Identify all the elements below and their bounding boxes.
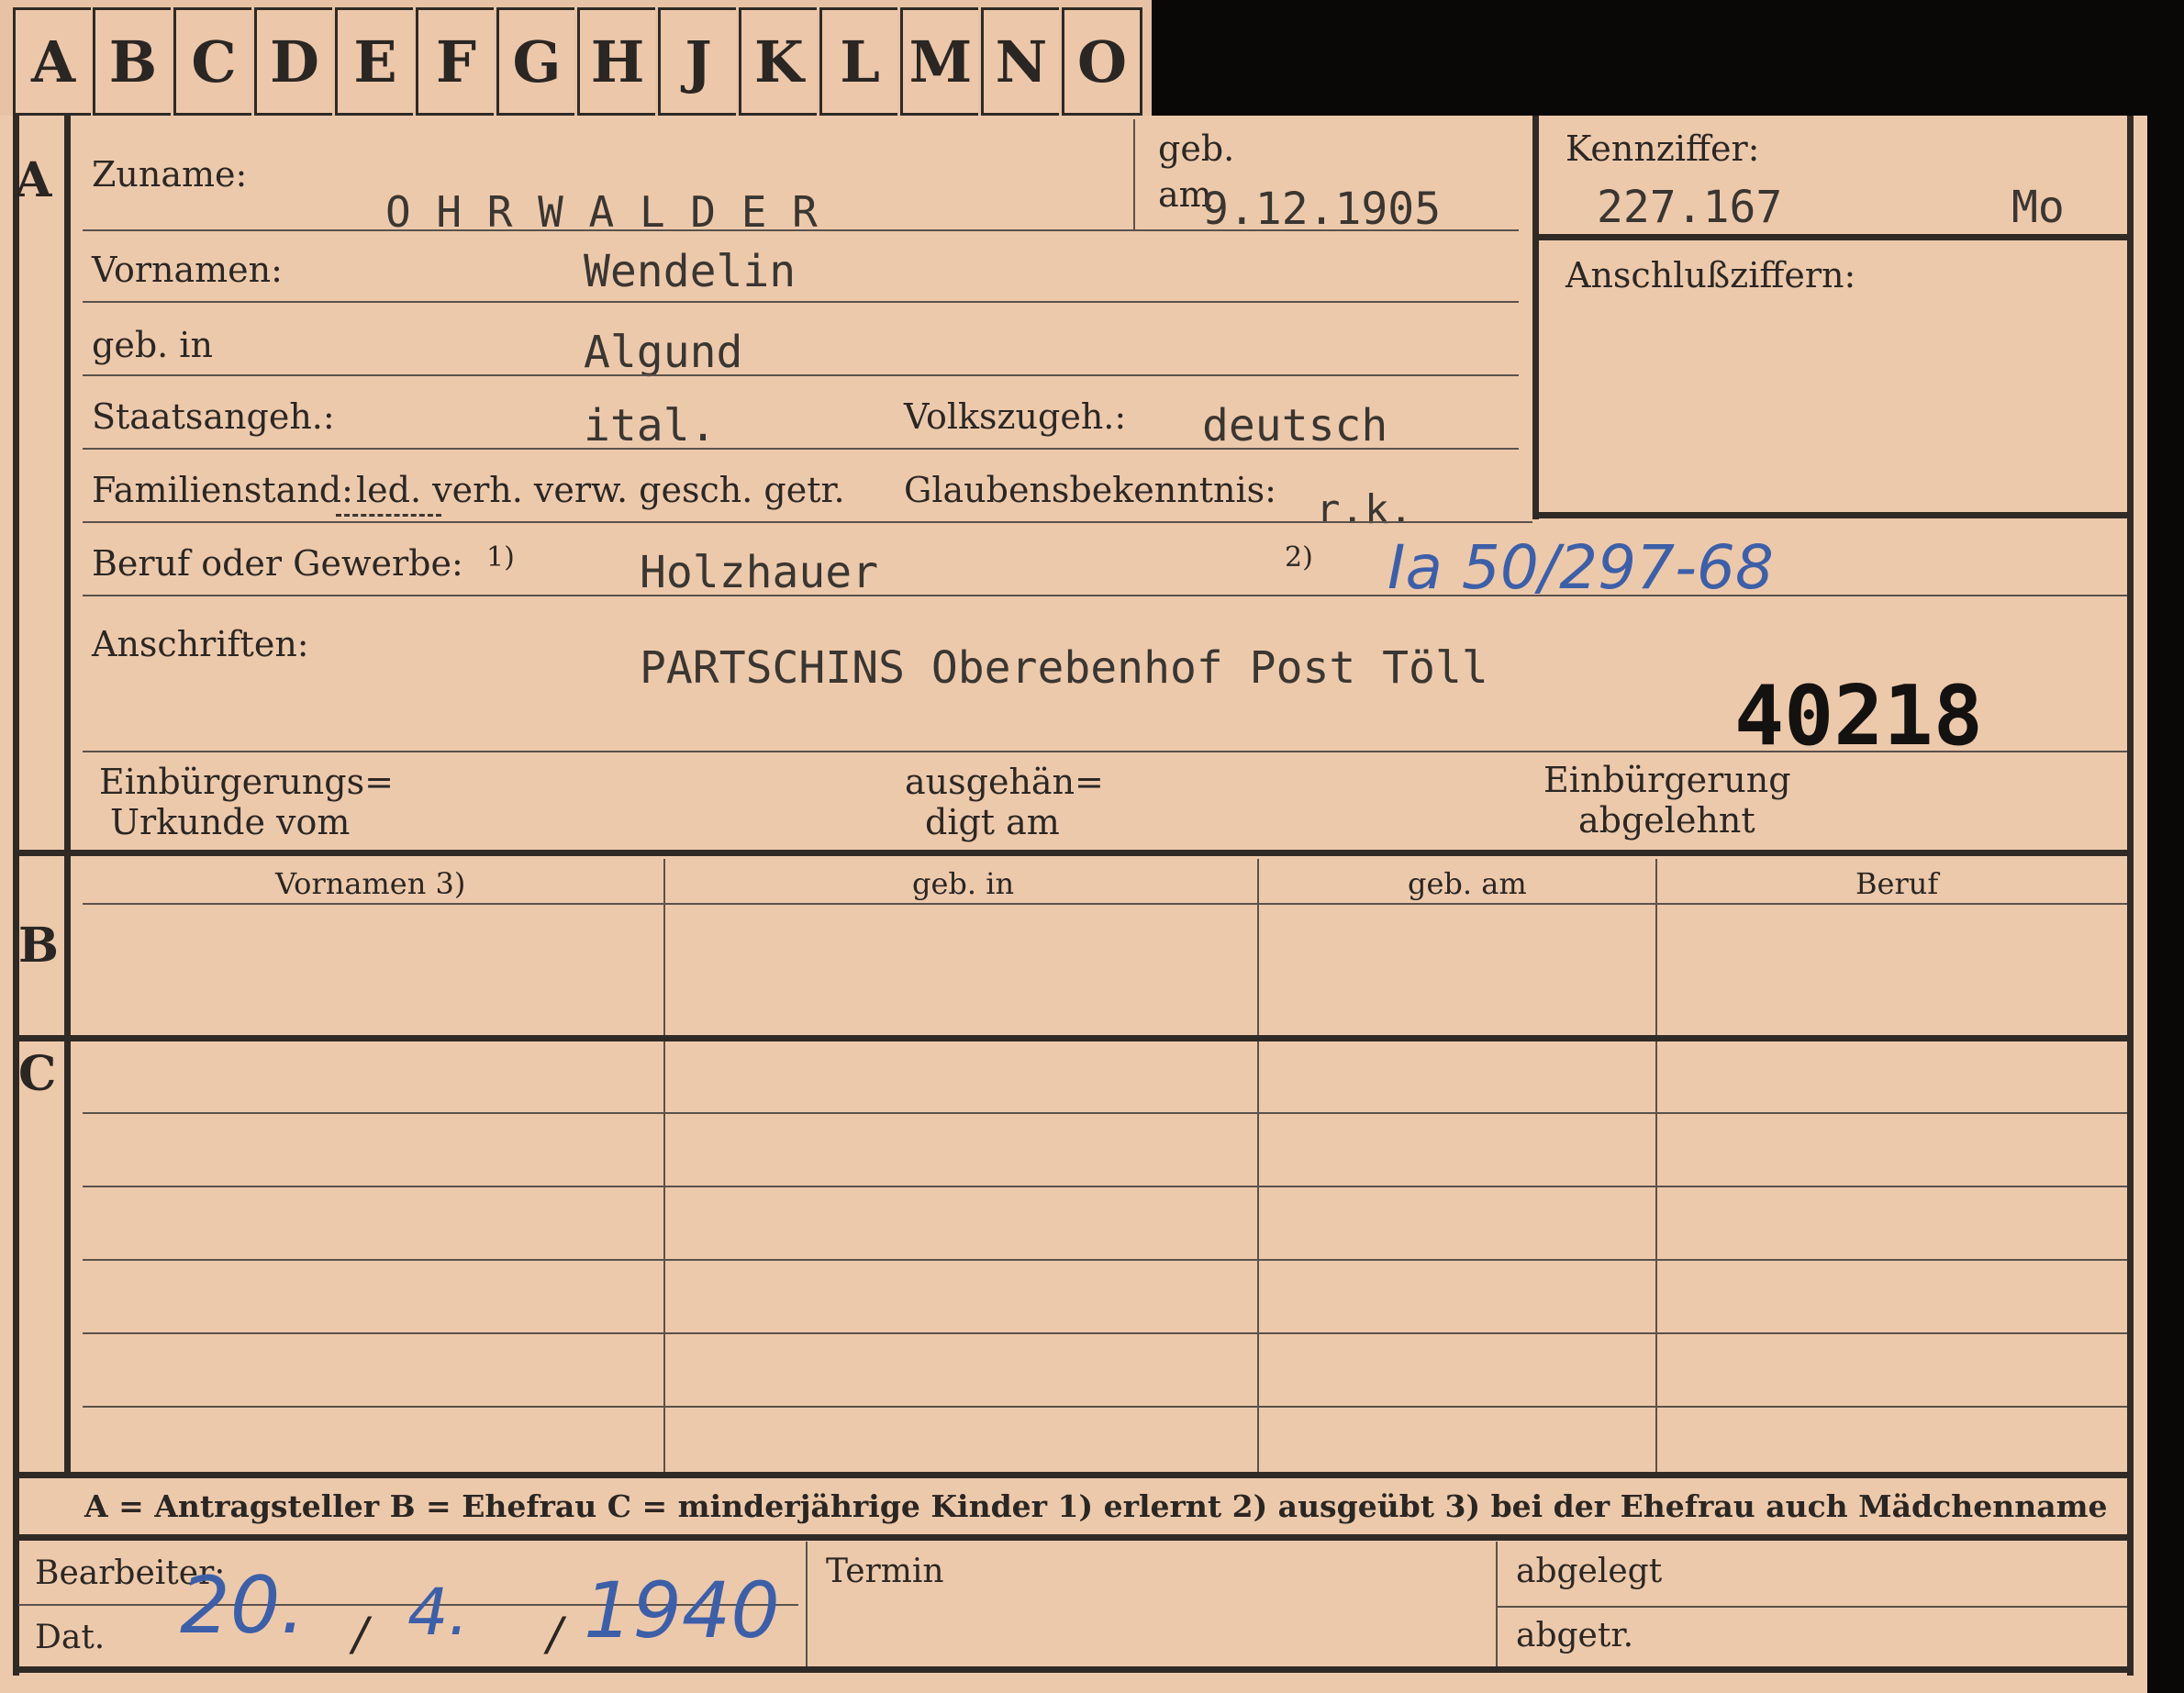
glaubens-label: Glaubensbekenntnis: <box>904 470 1276 510</box>
section-a-divider <box>64 116 71 850</box>
section-c-bottom <box>13 1472 2134 1478</box>
table-row-line-c4 <box>83 1332 2127 1334</box>
familienstand-underline <box>336 514 441 517</box>
beruf-note-1: 1) <box>486 541 515 574</box>
footer-divider-1 <box>806 1542 808 1666</box>
row-line-5 <box>83 521 1532 523</box>
tab-j[interactable]: J <box>658 7 736 116</box>
footer-divider-2 <box>1496 1542 1498 1666</box>
tab-l[interactable]: L <box>819 7 897 116</box>
left-border <box>13 116 19 1676</box>
einbuergerung-label-1: Einbürgerungs= <box>99 762 394 802</box>
tab-f[interactable]: F <box>416 7 494 116</box>
tab-g[interactable]: G <box>496 7 574 116</box>
table-row-line-c3 <box>83 1259 2127 1261</box>
table-col-divider-1 <box>663 859 665 1474</box>
right-border <box>2127 116 2134 1676</box>
staatsangeh-value: ital. <box>584 400 717 451</box>
row-line-2 <box>83 301 1519 303</box>
section-b-letter: B <box>18 918 59 974</box>
row-line-3 <box>83 374 1519 376</box>
table-col-divider-2 <box>1257 859 1259 1474</box>
row-line-4 <box>83 448 1519 450</box>
tab-b[interactable]: B <box>93 7 171 116</box>
date-sep-1: / <box>352 1608 368 1661</box>
kennziffer-suffix: Mo <box>2011 182 2065 233</box>
vornamen-label: Vornamen: <box>92 250 283 290</box>
table-header-geb-in: geb. in <box>912 866 1015 901</box>
date-day: 20. <box>180 1560 306 1652</box>
staatsangeh-label: Staatsangeh.: <box>92 396 335 437</box>
kennziffer-box-divider <box>1532 234 2127 240</box>
tab-c[interactable]: C <box>173 7 251 116</box>
volkszugeh-label: Volkszugeh.: <box>904 396 1127 437</box>
abgelegt-line <box>1496 1606 2127 1608</box>
vornamen-value: Wendelin <box>584 246 797 297</box>
table-header-line <box>83 903 2127 905</box>
tab-n[interactable]: N <box>981 7 1059 116</box>
abgetr-label: abgetr. <box>1516 1617 1634 1654</box>
abgelegt-label: abgelegt <box>1516 1553 1663 1590</box>
date-sep-2: / <box>547 1608 563 1661</box>
table-row-line-c1 <box>83 1112 2127 1114</box>
table-header-geb-am: geb. am <box>1408 866 1527 901</box>
tab-k[interactable]: K <box>739 7 817 116</box>
abgelehnt-label-1: Einbürgerung <box>1543 760 1791 800</box>
einbuergerung-label-2: Urkunde vom <box>110 802 351 842</box>
familienstand-options: led. verh. verw. gesch. getr. <box>356 470 845 510</box>
geb-am-label-top: geb. <box>1158 128 1235 169</box>
legend-bottom <box>13 1534 2134 1541</box>
section-b-divider <box>64 850 71 1038</box>
tab-o[interactable]: O <box>1062 7 1142 116</box>
termin-label: Termin <box>826 1553 944 1590</box>
tab-d[interactable]: D <box>254 7 332 116</box>
row-line-7 <box>83 751 2127 752</box>
kennziffer-box-left <box>1532 116 1539 519</box>
geb-in-value: Algund <box>584 327 743 378</box>
geb-am-value: 9.12.1905 <box>1202 184 1442 235</box>
table-col-divider-3 <box>1655 859 1657 1474</box>
table-row-line-c5 <box>83 1406 2127 1408</box>
date-year: 1940 <box>584 1565 780 1655</box>
glaubens-value: r.k. <box>1316 486 1413 533</box>
legend-text: A = Antragsteller B = Ehefrau C = minder… <box>84 1488 2108 1524</box>
tab-m[interactable]: M <box>900 7 978 116</box>
zuname-label: Zuname: <box>92 154 248 195</box>
anschriften-label: Anschriften: <box>92 624 309 664</box>
kennziffer-box-bottom <box>1532 512 2127 518</box>
geb-am-divider <box>1133 119 1135 229</box>
geb-in-label: geb. in <box>92 325 213 365</box>
section-a-letter: A <box>15 152 52 208</box>
familienstand-label: Familienstand: <box>92 470 353 510</box>
beruf-value: Holzhauer <box>640 547 879 598</box>
section-a-bottom <box>13 850 2134 856</box>
kennziffer-value: 227.167 <box>1597 182 1783 233</box>
volkszugeh-value: deutsch <box>1202 400 1388 451</box>
section-c-letter: C <box>18 1046 57 1102</box>
beruf-label: Beruf oder Gewerbe: <box>92 543 463 584</box>
tab-h[interactable]: H <box>577 7 655 116</box>
tab-e[interactable]: E <box>335 7 413 116</box>
section-b-bottom <box>13 1035 2134 1041</box>
alphabet-tab-strip: A B C D E F G H J K L M N O <box>0 0 1152 116</box>
table-row-line-c2 <box>83 1186 2127 1187</box>
row-line-1 <box>83 229 1519 231</box>
kennziffer-label: Kennziffer: <box>1566 128 1760 169</box>
beruf-handwritten-ref: Ia 50/297-68 <box>1387 532 1774 603</box>
beruf-note-2: 2) <box>1285 541 1313 574</box>
table-header-beruf: Beruf <box>1855 866 1939 901</box>
row-line-6 <box>83 595 2127 596</box>
tab-a[interactable]: A <box>13 7 91 116</box>
ausgehaendigt-label-1: ausgehän= <box>905 762 1104 802</box>
date-month: 4. <box>407 1575 469 1650</box>
anschluss-label: Anschlußziffern: <box>1566 255 1856 295</box>
dat-label: Dat. <box>35 1619 106 1656</box>
section-c-divider <box>64 1035 71 1474</box>
abgelehnt-label-2: abgelehnt <box>1578 800 1755 841</box>
ausgehaendigt-label-2: digt am <box>925 802 1060 842</box>
anschriften-value: PARTSCHINS Oberebenhof Post Töll <box>640 642 1488 694</box>
table-header-vornamen: Vornamen 3) <box>275 866 466 901</box>
bottom-border <box>13 1666 2134 1673</box>
